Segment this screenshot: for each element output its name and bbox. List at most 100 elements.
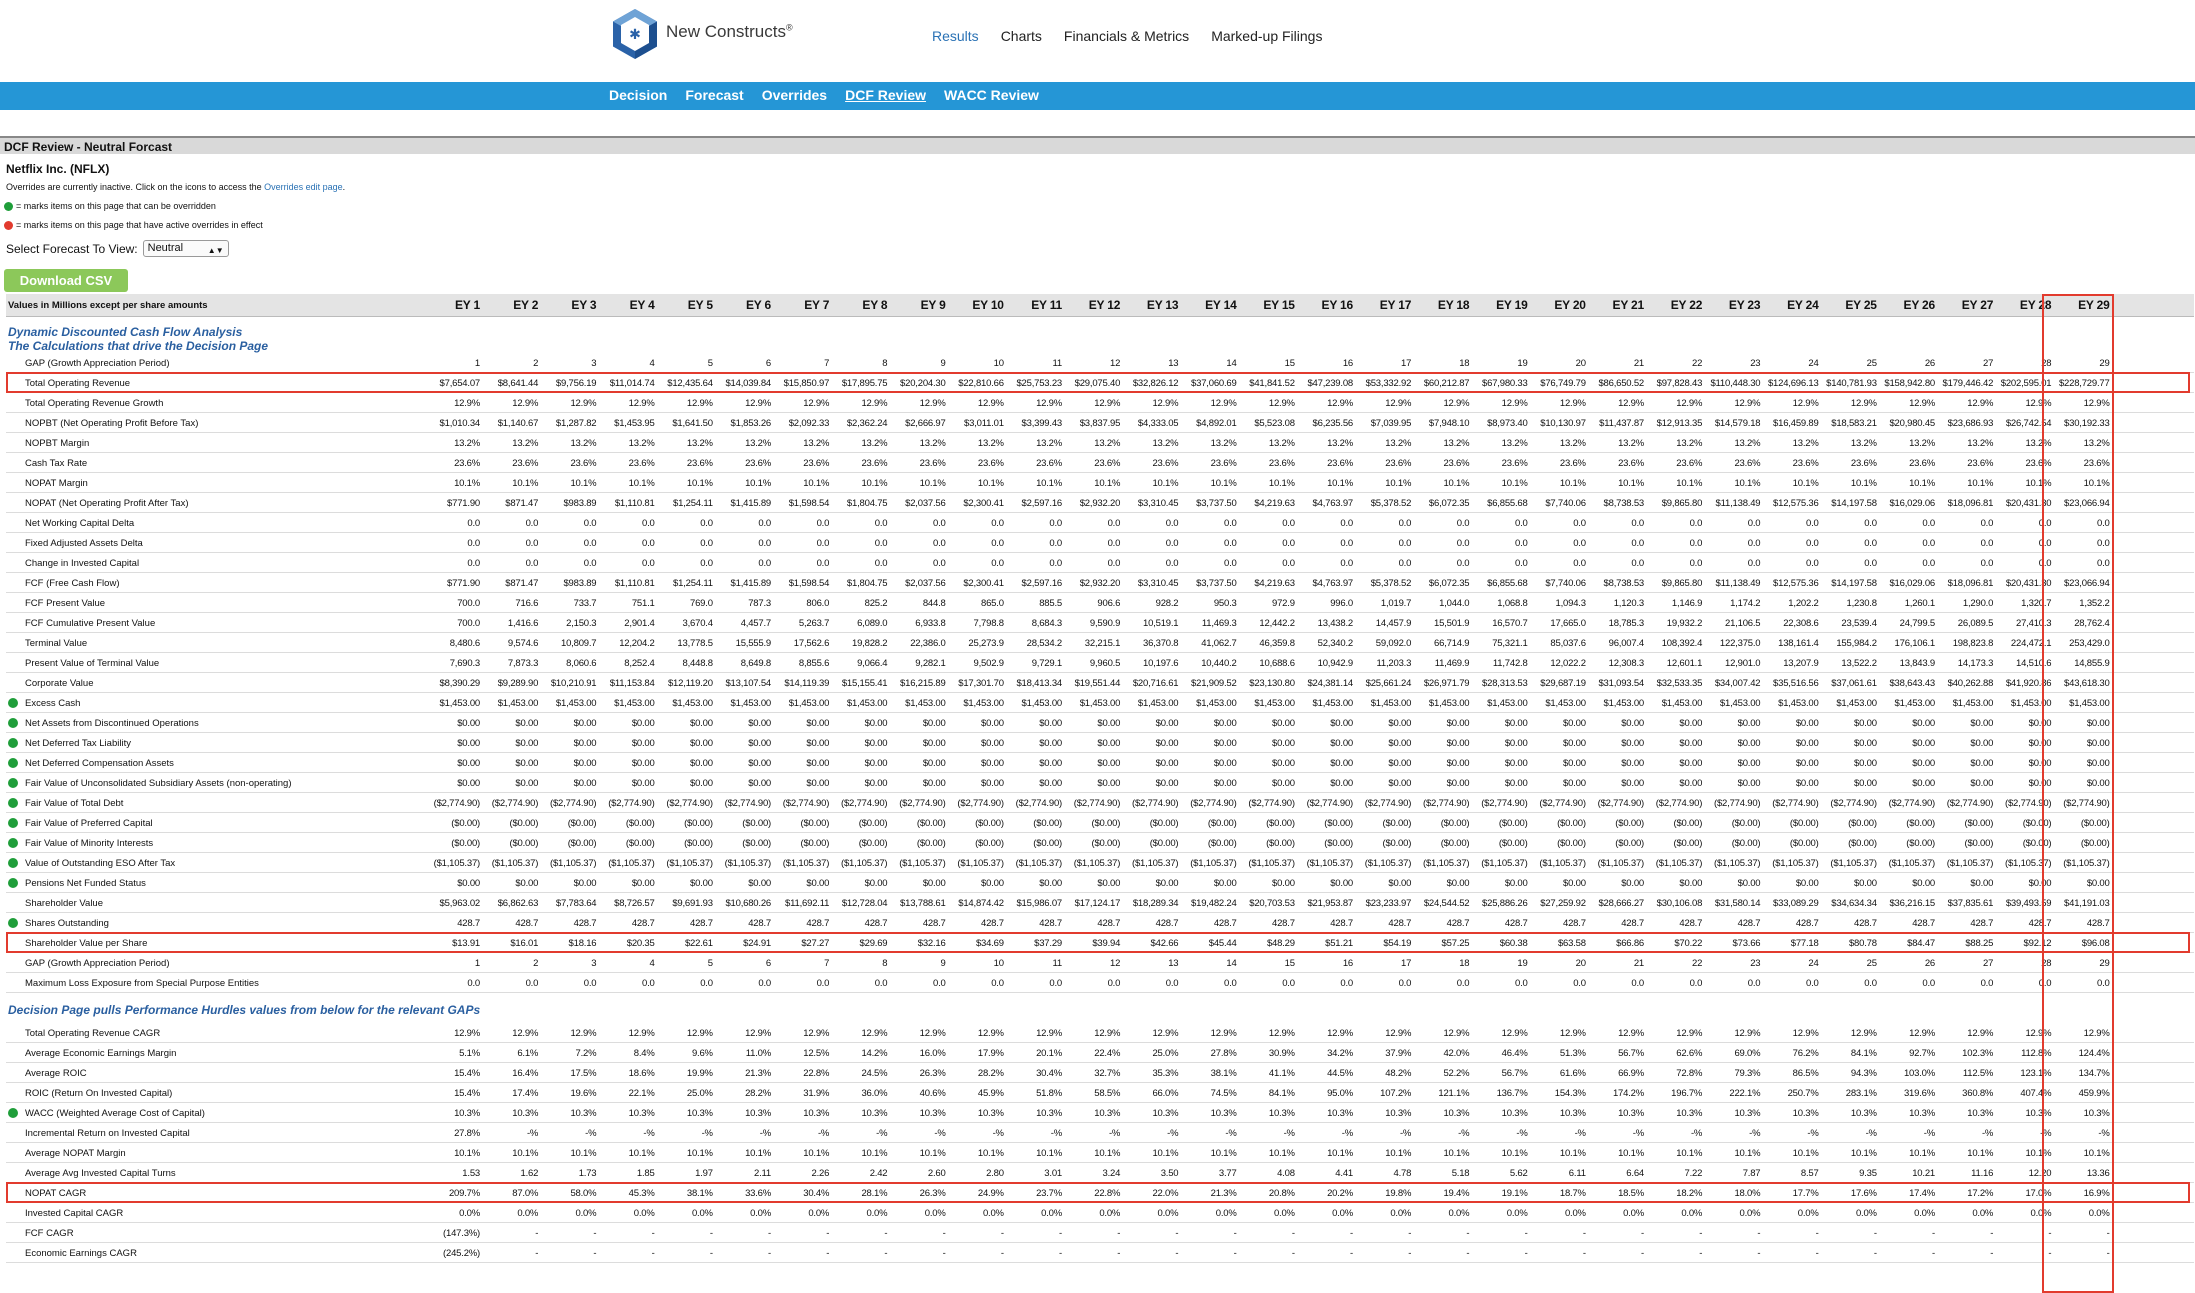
table-cell: $0.00 [515,778,539,789]
table-cell: 10.3% [1618,1108,1644,1119]
override-dot-icon[interactable] [8,918,18,928]
table-cell: 10.1% [1268,1148,1295,1159]
table-cell: ($2,774.90) [2063,798,2110,809]
table-cell: 10.1% [1559,1148,1586,1159]
table-cell: ($0.00) [800,818,830,829]
table-cell: $7,740.06 [1545,578,1586,589]
table-cell: $1,010.34 [439,418,481,429]
top-nav-item[interactable]: Results [932,28,979,44]
table-cell: 15.4% [454,1068,480,1079]
table-cell: $983.89 [563,498,597,509]
table-cell: $0.00 [806,718,830,729]
logo[interactable]: ✱ New Constructs® [612,8,793,60]
table-cell: $4,763.97 [1312,578,1354,589]
table-cell: 428.7 [457,918,480,929]
table-cell: $51.21 [1325,938,1353,949]
override-dot-icon[interactable] [8,1108,18,1118]
table-cell: 10.1% [570,478,597,489]
table-cell: $4,219.63 [1254,498,1295,509]
top-nav-item[interactable]: Financials & Metrics [1064,28,1189,44]
override-dot-icon[interactable] [8,738,18,748]
table-cell: $14,579.18 [1714,418,1761,429]
forecast-select[interactable]: Neutral ▲▼ [142,240,229,257]
override-dot-icon[interactable] [8,698,18,708]
table-cell: 0.0 [816,538,830,549]
overrides-edit-link[interactable]: Overrides edit page [264,182,343,192]
table-cell: 23.6% [1850,458,1877,469]
table-cell: $158,942.80 [1884,378,1935,389]
table-cell: -% [1574,1128,1586,1139]
table-cell: 10.1% [1268,478,1295,489]
table-cell: 12.9% [628,1028,655,1039]
table-cell: $20.35 [626,938,655,949]
override-dot-icon[interactable] [8,798,18,808]
table-cell: -% [1632,1128,1644,1139]
table-cell: $14,197.58 [1831,498,1877,509]
override-dot-icon[interactable] [8,858,18,868]
table-cell: $0.00 [981,718,1004,729]
download-csv-button[interactable]: Download CSV [4,269,128,292]
table-cell: - [1466,1248,1470,1259]
row-label: Net Deferred Tax Liability [25,738,131,749]
sub-nav-item[interactable]: Forecast [685,87,743,103]
table-cell: $0.00 [1388,718,1412,729]
table-cell: 15 [1284,958,1295,969]
override-dot-icon[interactable] [8,878,18,888]
override-dot-icon[interactable] [8,838,18,848]
table-cell: 18 [1459,358,1470,369]
table-cell: 0.0 [1049,538,1062,549]
table-cell: 10.1% [803,478,830,489]
table-cell: 11 [1052,958,1063,969]
table-cell: 0.0% [1273,1208,1295,1219]
table-cell: $11,153.84 [609,678,655,689]
table-cell: $1,453.00 [555,698,597,709]
row-label: GAP (Growth Appreciation Period) [25,358,170,369]
table-cell: $2,037.56 [905,498,946,509]
table-cell: 18.5% [1618,1188,1644,1199]
table-cell: $0.00 [1039,718,1062,729]
table-cell: 0.0 [2038,538,2052,549]
table-cell: $0.00 [806,878,830,889]
override-dot-icon[interactable] [8,818,18,828]
table-cell: 17.9% [977,1048,1004,1059]
table-cell: 22.1% [628,1088,655,1099]
table-cell: 12.9% [1559,1028,1586,1039]
sub-nav-item[interactable]: Overrides [762,87,827,103]
table-cell: 26 [1924,358,1935,369]
table-cell: 6 [765,358,771,369]
table-cell: 17,562.6 [793,638,830,649]
table-cell: ($0.00) [800,838,830,849]
table-cell: 8.4% [633,1048,655,1059]
column-header: EY 14 [1205,298,1237,312]
table-cell: 29 [2099,358,2110,369]
sub-nav-item[interactable]: Decision [609,87,667,103]
table-cell: 0.0 [525,538,539,549]
table-cell: 28.2% [977,1068,1004,1079]
override-dot-icon[interactable] [8,718,18,728]
table-cell: $0.00 [631,718,655,729]
override-dot-icon[interactable] [8,758,18,768]
table-cell: ($1,105.37) [1481,858,1528,869]
top-nav-item[interactable]: Charts [1001,28,1042,44]
sub-nav-item[interactable]: WACC Review [944,87,1039,103]
top-nav-item[interactable]: Marked-up Filings [1211,28,1322,44]
table-cell: 10.1% [861,478,888,489]
table-cell: 123.1% [2020,1068,2052,1079]
table-cell: 0.0% [2030,1208,2052,1219]
table-cell: $0.00 [1213,738,1237,749]
table-cell: 24.5% [861,1068,888,1079]
table-cell: 17.4% [512,1088,539,1099]
table-cell: 1,044.0 [1439,598,1470,609]
table-cell: - [1000,1248,1004,1259]
table-row: Total Operating Revenue CAGR 12.9% 12.9% 12… [6,1023,2194,1043]
table-cell: $0.00 [457,758,480,769]
table-cell: $10,680.26 [725,898,771,909]
table-cell: $0.00 [1330,718,1353,729]
table-cell: 0.0 [1282,978,1295,989]
sub-nav-item[interactable]: DCF Review [845,87,926,103]
top-header: ✱ New Constructs® Results Charts Financial… [0,0,2195,82]
table-cell: 428.7 [1155,918,1179,929]
table-cell: $18,413.34 [1016,678,1062,689]
override-dot-icon[interactable] [8,778,18,788]
table-cell: 12.9% [1327,1028,1353,1039]
